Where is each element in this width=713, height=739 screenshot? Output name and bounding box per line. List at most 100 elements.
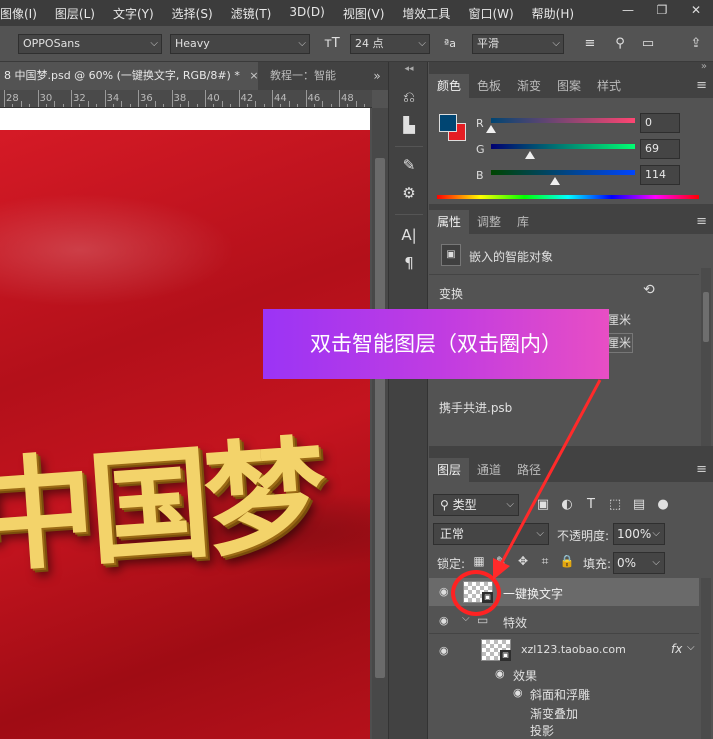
effect-row[interactable]: 投影 xyxy=(429,720,699,739)
tab-swatches[interactable]: 色板 xyxy=(469,74,509,98)
menu-item[interactable]: 文字(Y) xyxy=(113,5,162,22)
ruler-tick-label: 36 xyxy=(140,93,153,104)
panel-menu-icon[interactable]: ≡ xyxy=(696,74,707,98)
opacity-label: 不透明度: xyxy=(557,529,610,543)
search-icon[interactable]: ⚲ xyxy=(610,34,630,54)
ruler-tick xyxy=(171,90,173,107)
close-window-icon[interactable]: ✕ xyxy=(679,0,713,20)
document-tab-inactive[interactable]: 教程一：智能 xyxy=(262,62,362,90)
eye-icon[interactable]: ◉ xyxy=(439,644,449,657)
channel-r-slider[interactable] xyxy=(491,118,635,123)
minimize-icon[interactable]: — xyxy=(611,0,645,20)
effects-row[interactable]: ◉ 效果 xyxy=(429,664,699,684)
tab-patterns[interactable]: 图案 xyxy=(549,74,589,98)
reset-transform-icon[interactable]: ⟲ xyxy=(643,282,655,298)
filter-type-icon[interactable]: T xyxy=(581,495,601,515)
ruler-tick-label: 38 xyxy=(173,93,187,104)
restore-icon[interactable]: ❐ xyxy=(645,0,679,20)
effect-name: 斜面和浮雕 xyxy=(530,688,591,702)
brush-settings-icon[interactable]: ▙ xyxy=(397,114,421,136)
layers-scrollbar[interactable] xyxy=(701,578,711,739)
lock-all-icon[interactable]: 🔒 xyxy=(559,553,575,569)
eye-icon[interactable]: ◉ xyxy=(439,585,449,598)
channel-b-slider[interactable] xyxy=(491,170,635,175)
menu-item[interactable]: 选择(S) xyxy=(172,5,221,22)
font-style-select[interactable]: Heavy ⌵ xyxy=(170,34,310,54)
lock-artboard-icon[interactable]: ⌗ xyxy=(537,553,553,569)
tab-paths[interactable]: 路径 xyxy=(509,458,549,482)
menu-item[interactable]: 滤镜(T) xyxy=(231,5,280,22)
menu-item[interactable]: 增效工具 xyxy=(402,5,458,22)
tab-color[interactable]: 颜色 xyxy=(429,74,470,98)
canvas-scrollbar[interactable] xyxy=(372,108,388,739)
menu-item[interactable]: 图层(L) xyxy=(55,5,103,22)
layer-row[interactable]: ◉ ▣ xzl123.taobao.com fx ⌵ xyxy=(429,636,699,664)
tab-gradients[interactable]: 渐变 xyxy=(509,74,549,98)
collapse-panels-icon[interactable]: » xyxy=(701,61,707,72)
channel-g-slider[interactable] xyxy=(491,144,635,149)
filter-toggle-icon[interactable]: ● xyxy=(653,495,673,515)
lock-pixels-icon[interactable]: ✎ xyxy=(493,553,509,569)
channel-r-input[interactable]: 0 xyxy=(640,113,680,133)
channel-g-input[interactable]: 69 xyxy=(640,139,680,159)
panel-tool-strip: ◂◂ ⎌ ▙ ✎ ⚙ A| ¶ xyxy=(388,62,428,739)
canvas-scroll-thumb[interactable] xyxy=(375,158,385,678)
lock-transparent-icon[interactable]: ▦ xyxy=(471,553,487,569)
filter-shape-icon[interactable]: ⬚ xyxy=(605,495,625,515)
history-icon[interactable]: ⎌ xyxy=(397,86,421,108)
tab-properties[interactable]: 属性 xyxy=(429,210,470,234)
filter-pixel-icon[interactable]: ▣ xyxy=(533,495,553,515)
tab-styles[interactable]: 样式 xyxy=(589,74,629,98)
menu-item[interactable]: 3D(D) xyxy=(289,5,332,22)
canvas-area[interactable]: 中国梦 xyxy=(0,108,372,739)
channel-r-knob[interactable] xyxy=(486,125,496,133)
chevron-down-icon[interactable]: ⌵ xyxy=(687,642,695,653)
share-icon[interactable]: ⇪ xyxy=(686,34,706,54)
channel-b-input[interactable]: 114 xyxy=(640,165,680,185)
properties-scroll-thumb[interactable] xyxy=(703,292,709,342)
collapse-icon[interactable]: ◂◂ xyxy=(389,62,429,76)
panel-menu-icon[interactable]: ≡ xyxy=(696,210,707,234)
filter-adjustment-icon[interactable]: ◐ xyxy=(557,495,577,515)
anti-alias-select[interactable]: 平滑 ⌵ xyxy=(472,34,564,54)
channel-g-knob[interactable] xyxy=(525,151,535,159)
lock-position-icon[interactable]: ✥ xyxy=(515,553,531,569)
smart-object-thumbnail[interactable]: ▣ xyxy=(481,639,511,661)
font-size-select[interactable]: 24 点 ⌵ xyxy=(350,34,430,54)
tab-layers[interactable]: 图层 xyxy=(429,458,470,482)
ruler-minor-tick xyxy=(196,104,198,107)
font-family-select[interactable]: OPPOSans ⌵ xyxy=(18,34,162,54)
fx-icon[interactable]: fx xyxy=(671,642,682,656)
opacity-field[interactable]: 100% ⌵ xyxy=(613,523,665,545)
paragraph-icon[interactable]: ¶ xyxy=(397,252,421,274)
workspace-icon[interactable]: ▭ xyxy=(638,34,658,54)
foreground-color-swatch[interactable] xyxy=(439,114,457,132)
tab-libraries[interactable]: 库 xyxy=(509,210,537,234)
menu-item[interactable]: 视图(V) xyxy=(343,5,393,22)
effect-row[interactable]: ◉ 斜面和浮雕 xyxy=(429,683,699,703)
adjustments-icon[interactable]: ⚙ xyxy=(397,182,421,204)
blend-mode-select[interactable]: 正常 ⌵ xyxy=(433,523,549,545)
color-spectrum-bar[interactable] xyxy=(437,195,699,199)
panel-menu-icon[interactable]: ≡ xyxy=(696,458,707,482)
character-icon[interactable]: A| xyxy=(397,224,421,246)
layer-filter-select[interactable]: ⚲ 类型 ⌵ xyxy=(433,494,519,516)
eye-icon[interactable]: ◉ xyxy=(439,614,449,627)
menu-item[interactable]: 帮助(H) xyxy=(532,5,582,22)
channel-b-knob[interactable] xyxy=(550,177,560,185)
menu-item[interactable]: 图像(I) xyxy=(0,5,45,22)
menu-item[interactable]: 窗口(W) xyxy=(468,5,521,22)
align-left-icon[interactable]: ≡ xyxy=(580,34,600,54)
properties-scrollbar[interactable] xyxy=(701,268,711,448)
document-tab-active[interactable]: 8 中国梦.psd @ 60% (一键换文字, RGB/8#) * × xyxy=(0,62,258,90)
eye-icon[interactable]: ◉ xyxy=(495,667,505,680)
filter-smart-object-icon[interactable]: ▤ xyxy=(629,495,649,515)
eye-icon[interactable]: ◉ xyxy=(513,686,523,699)
brush-icon[interactable]: ✎ xyxy=(397,154,421,176)
more-tabs-icon[interactable]: » xyxy=(366,62,388,90)
tab-channels[interactable]: 通道 xyxy=(469,458,509,482)
close-tab-icon[interactable]: × xyxy=(249,69,258,82)
tab-adjustments[interactable]: 调整 xyxy=(469,210,509,234)
effect-row[interactable]: 渐变叠加 xyxy=(429,702,699,722)
fill-field[interactable]: 0% ⌵ xyxy=(613,552,665,574)
